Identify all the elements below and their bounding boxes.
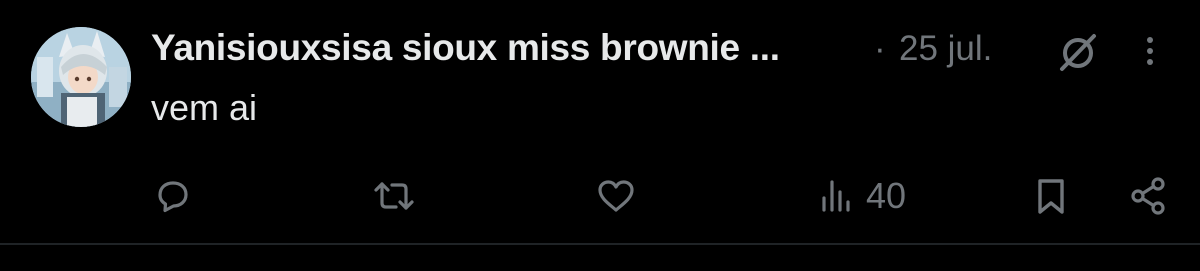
post-date[interactable]: 25 jul. <box>899 29 992 69</box>
comment-bubble-icon <box>158 181 188 213</box>
avatar[interactable] <box>31 27 131 127</box>
bookmark-button[interactable] <box>1031 176 1071 216</box>
more-dots-icon[interactable] <box>1138 32 1162 72</box>
like-button[interactable] <box>595 176 637 216</box>
divider <box>0 243 1200 245</box>
views-count: 40 <box>866 175 907 216</box>
post[interactable]: Yanisiouxsisa sioux miss brownie ... · 2… <box>0 0 1200 244</box>
bookmark-icon <box>1038 179 1064 214</box>
heart-icon <box>598 180 634 212</box>
date-separator: · <box>874 29 886 68</box>
avatar-image <box>31 27 131 127</box>
share-icon <box>1131 177 1165 215</box>
views-button[interactable]: 40 <box>818 176 906 216</box>
bar-chart-icon <box>822 180 850 212</box>
share-button[interactable] <box>1128 176 1170 216</box>
post-text: vem ai <box>151 87 258 128</box>
repost-button[interactable] <box>371 176 417 216</box>
repost-icon <box>374 182 414 210</box>
reply-button[interactable] <box>152 176 192 216</box>
author-name[interactable]: Yanisiouxsisa sioux miss brownie ... <box>151 27 780 69</box>
grok-icon[interactable] <box>1056 32 1100 72</box>
